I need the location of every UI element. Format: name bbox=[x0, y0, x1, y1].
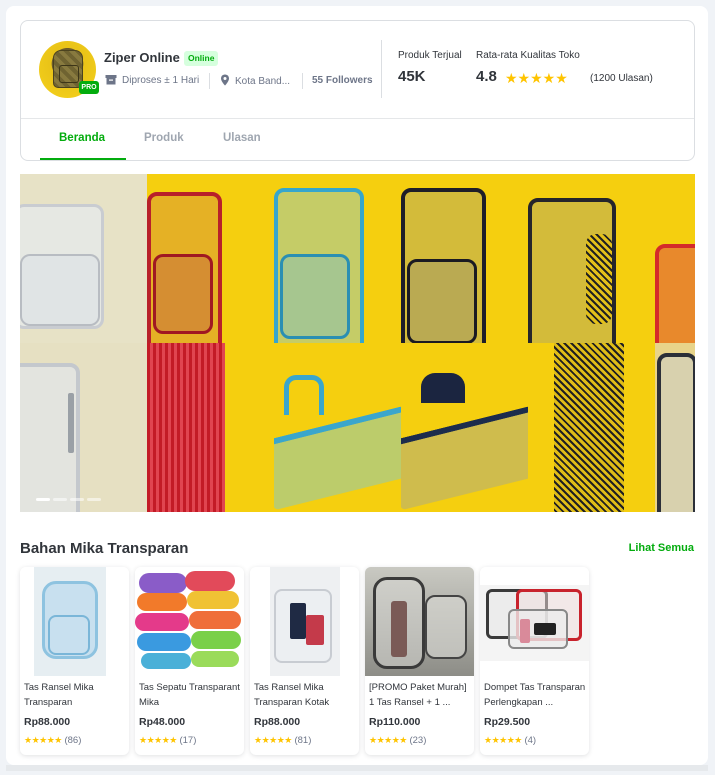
product-price: Rp48.000 bbox=[139, 716, 186, 728]
shop-info: PRO Ziper Online Online Diproses ± 1 Har… bbox=[21, 21, 694, 118]
product-price: Rp88.000 bbox=[254, 716, 301, 728]
tab-produk[interactable]: Produk bbox=[144, 132, 184, 144]
star-rating-icon: ★★★★★ bbox=[484, 735, 522, 745]
product-rating: ★★★★★ (86) bbox=[24, 735, 81, 746]
product-image[interactable] bbox=[135, 567, 244, 676]
review-count[interactable]: (1200 Ulasan) bbox=[590, 73, 653, 84]
product-name: Dompet Tas Transparan Perlengkapan ... bbox=[484, 682, 586, 708]
product-card[interactable]: [PROMO Paket Murah] 1 Tas Ransel + 1 ...… bbox=[365, 567, 474, 755]
processing-time: Diproses ± 1 Hari bbox=[105, 74, 199, 88]
banner-image-tile bbox=[528, 343, 655, 512]
banner-dot[interactable] bbox=[36, 498, 50, 501]
product-image[interactable] bbox=[20, 567, 129, 676]
sold-label: Produk Terjual bbox=[398, 50, 462, 61]
product-card[interactable]: Tas Sepatu Transparant Mika Rp48.000 ★★★… bbox=[135, 567, 244, 755]
product-review-count: (23) bbox=[409, 735, 427, 746]
tab-ulasan[interactable]: Ulasan bbox=[223, 132, 261, 144]
banner-image-tile bbox=[655, 174, 695, 343]
product-name: Tas Ransel Mika Transparan Kotak Lapto..… bbox=[254, 682, 330, 708]
product-rating: ★★★★★ (17) bbox=[139, 735, 196, 746]
banner-image-tile bbox=[147, 343, 274, 512]
page-bottom-divider bbox=[6, 765, 708, 771]
rating-value: 4.8 bbox=[476, 68, 497, 85]
product-review-count: (86) bbox=[64, 735, 82, 746]
product-image[interactable] bbox=[365, 567, 474, 676]
product-rating: ★★★★★ (4) bbox=[484, 735, 536, 746]
product-name: Tas Ransel Mika Transparan bbox=[24, 682, 94, 708]
sold-value: 45K bbox=[398, 68, 426, 85]
rating-label: Rata-rata Kualitas Toko bbox=[476, 50, 580, 61]
followers-count[interactable]: 55 Followers bbox=[312, 74, 373, 88]
product-rating: ★★★★★ (81) bbox=[254, 735, 311, 746]
banner-dot[interactable] bbox=[87, 498, 101, 501]
product-image[interactable] bbox=[250, 567, 359, 676]
product-review-count: (81) bbox=[294, 735, 312, 746]
banner-image-tile bbox=[528, 174, 655, 343]
location-pin-icon bbox=[221, 74, 229, 86]
meta-divider bbox=[209, 73, 210, 89]
banner-image-tile bbox=[401, 343, 528, 512]
shop-location: Kota Band... bbox=[220, 74, 290, 89]
product-card[interactable]: Dompet Tas Transparan Perlengkapan ... R… bbox=[480, 567, 589, 755]
star-rating-icon: ★★★★★ bbox=[254, 735, 292, 745]
product-name: Tas Sepatu Transparant Mika bbox=[139, 682, 240, 708]
product-price: Rp29.500 bbox=[484, 716, 531, 728]
see-all-link[interactable]: Lihat Semua bbox=[629, 542, 694, 554]
active-tab-indicator bbox=[40, 158, 126, 160]
tab-beranda[interactable]: Beranda bbox=[59, 132, 105, 144]
rating-stars-icon: ★★★★★ bbox=[505, 70, 568, 86]
processing-text: Diproses ± 1 Hari bbox=[122, 75, 200, 86]
product-name: [PROMO Paket Murah] 1 Tas Ransel + 1 ... bbox=[369, 682, 467, 708]
section-title: Bahan Mika Transparan bbox=[20, 540, 189, 557]
banner-image-tile bbox=[20, 174, 147, 343]
product-review-count: (17) bbox=[179, 735, 197, 746]
product-image[interactable] bbox=[480, 567, 589, 676]
shop-page: PRO Ziper Online Online Diproses ± 1 Har… bbox=[6, 6, 708, 765]
pro-badge: PRO bbox=[79, 81, 99, 94]
banner-image-tile bbox=[147, 174, 274, 343]
banner-image-tile bbox=[20, 343, 147, 512]
product-card[interactable]: Tas Ransel Mika Transparan Kotak Lapto..… bbox=[250, 567, 359, 755]
location-text: Kota Band... bbox=[235, 76, 291, 87]
banner-image-tile bbox=[401, 174, 528, 343]
banner-image-tile bbox=[274, 343, 401, 512]
shop-name[interactable]: Ziper Online bbox=[104, 50, 180, 65]
star-rating-icon: ★★★★★ bbox=[139, 735, 177, 745]
banner-pagination[interactable] bbox=[36, 488, 104, 506]
package-icon bbox=[105, 75, 117, 85]
star-rating-icon: ★★★★★ bbox=[369, 735, 407, 745]
tab-divider bbox=[21, 118, 694, 119]
online-status-badge: Online bbox=[184, 51, 219, 66]
banner-image-tile bbox=[274, 174, 401, 343]
banner-image-tile bbox=[655, 343, 695, 512]
product-price: Rp110.000 bbox=[369, 716, 421, 728]
product-card[interactable]: Tas Ransel Mika Transparan Rp88.000 ★★★★… bbox=[20, 567, 129, 755]
stats-divider bbox=[381, 40, 382, 98]
shop-header-card: PRO Ziper Online Online Diproses ± 1 Har… bbox=[20, 20, 695, 161]
banner-dot[interactable] bbox=[53, 498, 67, 501]
star-rating-icon: ★★★★★ bbox=[24, 735, 62, 745]
promo-banner[interactable] bbox=[20, 174, 695, 512]
product-review-count: (4) bbox=[524, 735, 537, 746]
banner-dot[interactable] bbox=[70, 498, 84, 501]
meta-divider bbox=[302, 73, 303, 89]
product-price: Rp88.000 bbox=[24, 716, 71, 728]
product-rating: ★★★★★ (23) bbox=[369, 735, 426, 746]
